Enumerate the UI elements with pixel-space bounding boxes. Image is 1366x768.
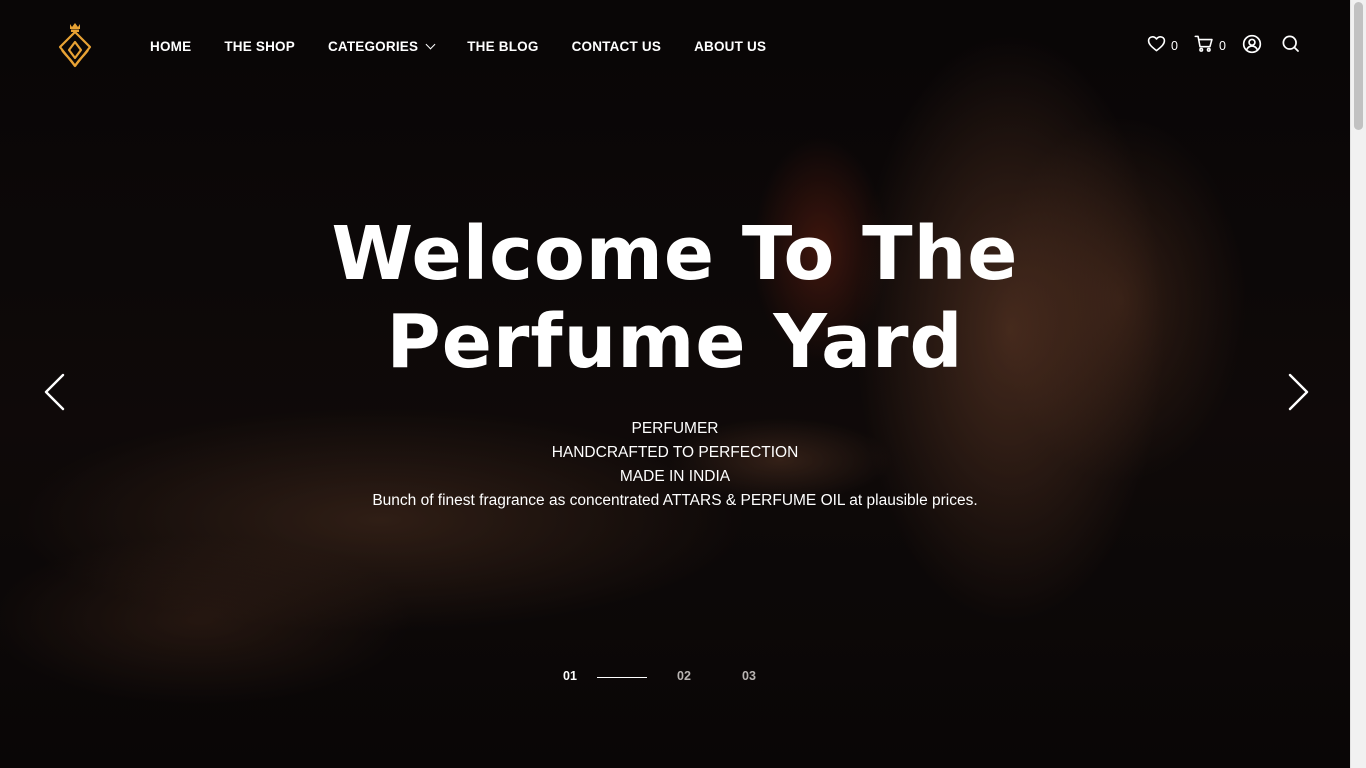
hero-title-line: Welcome To The [331, 211, 1019, 297]
nav-item-about[interactable]: ABOUT US [694, 39, 766, 54]
slider-page-2[interactable]: 02 [677, 669, 691, 683]
nav-item-home[interactable]: HOME [150, 39, 191, 54]
slider-prev-button[interactable] [36, 372, 76, 412]
site-header: HOME THE SHOP CATEGORIES THE BLOG CONTAC… [0, 0, 1350, 90]
search-button[interactable] [1281, 34, 1300, 58]
hero-subtitle-line: PERFUMER [631, 420, 719, 437]
slider-page-3[interactable]: 03 [742, 669, 756, 683]
slider-page-1[interactable]: 01 [563, 669, 577, 683]
slider-pagination: 01 02 03 [0, 669, 1350, 687]
account-button[interactable] [1242, 34, 1262, 59]
chevron-right-icon [1277, 373, 1317, 416]
nav-item-label: HOME [150, 38, 192, 54]
nav-item-label: THE SHOP [224, 38, 295, 54]
heart-icon [1147, 34, 1166, 58]
nav-item-contact[interactable]: CONTACT US [572, 39, 662, 54]
hero-subtitle-line: Bunch of finest fragrance as concentrate… [372, 492, 978, 509]
hero-title: Welcome To The Perfume Yard [300, 210, 1050, 386]
user-circle-icon [1242, 34, 1262, 59]
chevron-left-icon [36, 373, 76, 416]
nav-item-blog[interactable]: THE BLOG [467, 39, 538, 54]
search-icon [1281, 34, 1300, 58]
chevron-down-icon [425, 39, 436, 49]
page: HOME THE SHOP CATEGORIES THE BLOG CONTAC… [0, 0, 1366, 768]
hero-title-line: Perfume Yard [386, 299, 964, 385]
hero-subtitle: PERFUMER HANDCRAFTED TO PERFECTION MADE … [300, 417, 1050, 513]
cart-icon [1194, 34, 1214, 58]
wishlist-count: 0 [1171, 39, 1178, 53]
nav-item-shop[interactable]: THE SHOP [224, 39, 295, 54]
slider-active-indicator [597, 677, 647, 678]
nav-item-label: THE BLOG [467, 38, 539, 54]
perfume-bottle-logo-icon[interactable] [56, 20, 94, 70]
nav-item-categories[interactable]: CATEGORIES [327, 38, 436, 54]
nav-item-label: CONTACT US [571, 38, 662, 54]
wishlist-button[interactable]: 0 [1147, 34, 1178, 58]
hero-subtitle-line: HANDCRAFTED TO PERFECTION [551, 444, 799, 461]
main-nav: HOME THE SHOP CATEGORIES THE BLOG CONTAC… [150, 36, 799, 56]
nav-item-label: ABOUT US [694, 38, 767, 54]
cart-count: 0 [1219, 39, 1226, 53]
nav-item-label: CATEGORIES [327, 38, 419, 54]
hero-subtitle-line: MADE IN INDIA [619, 468, 731, 485]
page-scrollbar[interactable] [1350, 0, 1366, 768]
cart-button[interactable]: 0 [1194, 34, 1226, 58]
scrollbar-thumb[interactable] [1354, 2, 1363, 130]
slider-next-button[interactable] [1277, 372, 1317, 412]
